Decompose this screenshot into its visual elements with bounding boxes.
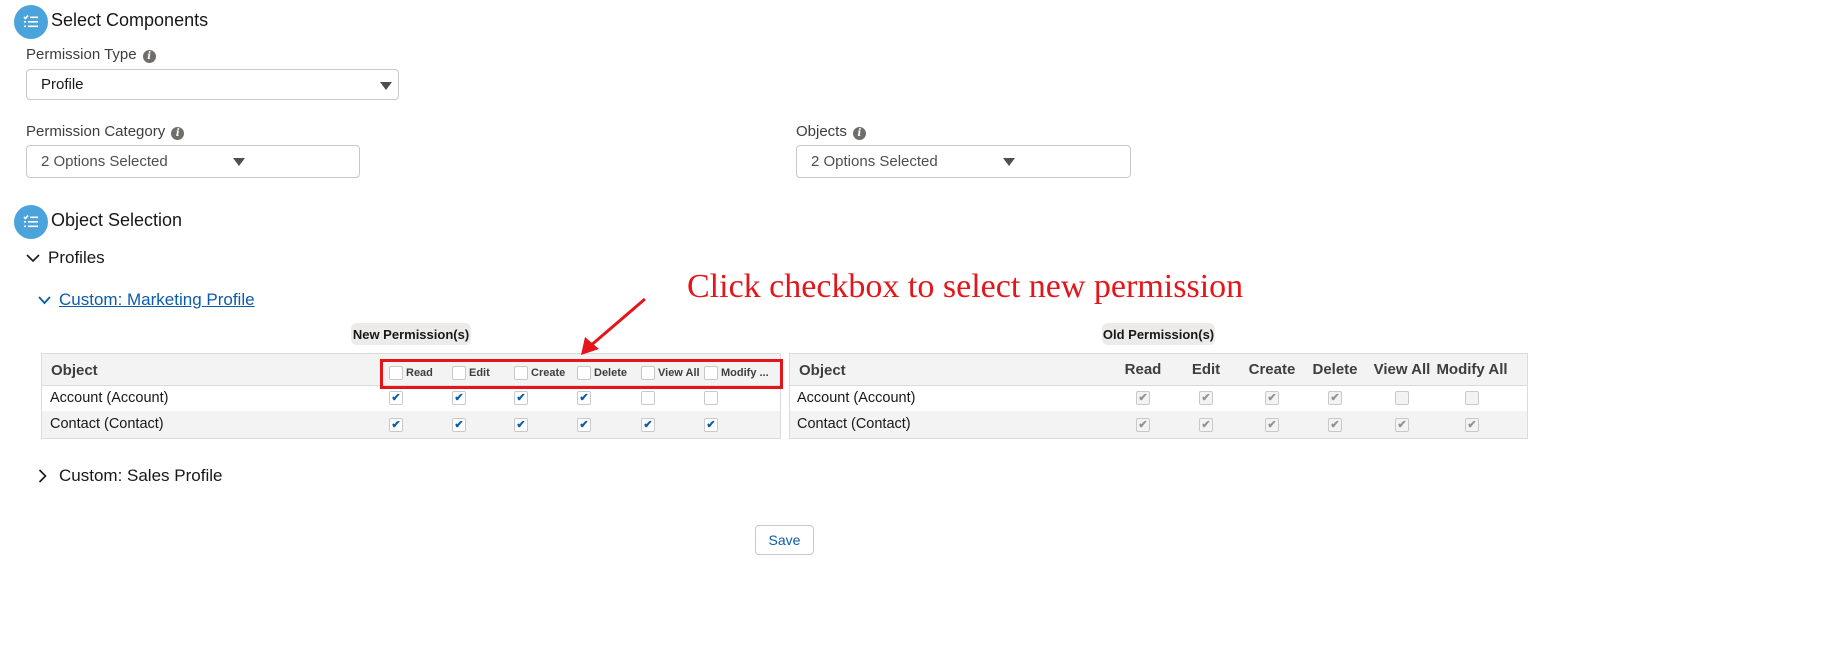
checkmark-icon: ✔ xyxy=(516,418,526,431)
checkmark-icon: ✔ xyxy=(579,391,589,404)
annotation-text: Click checkbox to select new permission xyxy=(687,268,1244,305)
permission-checkbox[interactable]: ✔ xyxy=(452,418,466,432)
object-column-header: Object xyxy=(51,362,98,379)
old-permission-checkbox xyxy=(1465,391,1479,405)
permission-category-label: Permission Category i xyxy=(26,123,185,140)
object-column-header: Object xyxy=(799,362,846,379)
permission-type-label-text: Permission Type xyxy=(26,46,137,63)
chevron-down-icon xyxy=(233,158,245,166)
permission-checkbox[interactable] xyxy=(641,391,655,405)
object-selection-title: Object Selection xyxy=(51,210,183,230)
old-permission-checkbox: ✔ xyxy=(1199,418,1213,432)
table-row: Contact (Contact) xyxy=(790,411,1527,438)
select-components-title: Select Components xyxy=(51,10,209,30)
table-row: Contact (Contact) xyxy=(42,411,780,438)
sales-profile-toggle[interactable]: Custom: Sales Profile xyxy=(38,466,222,486)
permission-checkbox[interactable]: ✔ xyxy=(514,391,528,405)
chevron-down-icon xyxy=(38,295,51,304)
objects-value: 2 Options Selected xyxy=(811,153,938,170)
checkmark-icon: ✔ xyxy=(1330,418,1340,431)
old-permission-checkbox xyxy=(1395,391,1409,405)
info-icon[interactable]: i xyxy=(171,126,185,140)
checkmark-icon: ✔ xyxy=(391,391,401,404)
info-icon[interactable]: i xyxy=(142,49,156,63)
chevron-down-icon xyxy=(26,253,40,262)
chevron-right-icon xyxy=(38,469,47,483)
objects-label: Objects i xyxy=(796,123,866,140)
permission-checkbox[interactable]: ✔ xyxy=(389,391,403,405)
sales-profile-label: Custom: Sales Profile xyxy=(59,466,223,485)
marketing-profile-toggle[interactable]: Custom: Marketing Profile xyxy=(38,290,255,310)
checkmark-icon: ✔ xyxy=(1267,391,1277,404)
annotation-arrow-icon xyxy=(581,297,646,355)
checkmark-icon: ✔ xyxy=(643,418,653,431)
permission-checkbox[interactable]: ✔ xyxy=(577,418,591,432)
checkmark-icon: ✔ xyxy=(454,418,464,431)
chevron-down-icon xyxy=(1003,158,1015,166)
old-permission-checkbox: ✔ xyxy=(1136,391,1150,405)
objects-select[interactable]: 2 Options Selected xyxy=(796,145,1131,178)
permission-checkbox[interactable]: ✔ xyxy=(452,391,466,405)
old-permission-checkbox: ✔ xyxy=(1328,418,1342,432)
old-permission-checkbox: ✔ xyxy=(1199,391,1213,405)
permission-category-select[interactable]: 2 Options Selected xyxy=(26,145,360,178)
checkmark-icon: ✔ xyxy=(1330,391,1340,404)
permission-checkbox[interactable]: ✔ xyxy=(641,418,655,432)
old-permission-checkbox: ✔ xyxy=(1265,391,1279,405)
permission-category-value: 2 Options Selected xyxy=(41,153,168,170)
checkmark-icon: ✔ xyxy=(1267,418,1277,431)
checkmark-icon: ✔ xyxy=(1138,391,1148,404)
checkmark-icon: ✔ xyxy=(579,418,589,431)
permission-type-select[interactable]: Profile xyxy=(26,69,399,100)
object-cell: Contact (Contact) xyxy=(797,416,911,432)
new-permissions-pill: New Permission(s) xyxy=(351,323,471,345)
object-cell: Account (Account) xyxy=(797,390,916,406)
save-button[interactable]: Save xyxy=(755,525,814,555)
marketing-profile-link[interactable]: Custom: Marketing Profile xyxy=(59,290,255,310)
permission-checkbox[interactable]: ✔ xyxy=(514,418,528,432)
table-row: Account (Account) xyxy=(790,385,1527,411)
object-cell: Contact (Contact) xyxy=(50,416,164,432)
info-icon[interactable]: i xyxy=(852,126,866,140)
checkmark-icon: ✔ xyxy=(1397,418,1407,431)
profiles-label: Profiles xyxy=(48,248,105,267)
chevron-down-icon xyxy=(380,82,392,90)
permission-type-label: Permission Type i xyxy=(26,46,156,63)
old-permission-checkbox: ✔ xyxy=(1395,418,1409,432)
object-selection-icon xyxy=(14,205,48,239)
object-cell: Account (Account) xyxy=(50,390,169,406)
checkmark-icon: ✔ xyxy=(516,391,526,404)
old-permission-checkbox: ✔ xyxy=(1328,391,1342,405)
permission-checkbox[interactable] xyxy=(704,391,718,405)
profiles-toggle[interactable]: Profiles xyxy=(26,248,105,268)
checkmark-icon: ✔ xyxy=(391,418,401,431)
permission-type-value: Profile xyxy=(41,76,84,93)
permission-category-label-text: Permission Category xyxy=(26,123,166,140)
checkmark-icon: ✔ xyxy=(1467,418,1477,431)
checkmark-icon: ✔ xyxy=(1201,418,1211,431)
old-permission-checkbox: ✔ xyxy=(1465,418,1479,432)
highlight-box xyxy=(380,359,783,389)
select-components-icon xyxy=(14,5,48,39)
permission-column-header: Modify All xyxy=(1436,361,1508,378)
checkmark-icon: ✔ xyxy=(454,391,464,404)
checkmark-icon: ✔ xyxy=(1138,418,1148,431)
checkmark-icon: ✔ xyxy=(1201,391,1211,404)
checkmark-icon: ✔ xyxy=(706,418,716,431)
permission-checkbox[interactable]: ✔ xyxy=(704,418,718,432)
old-permission-checkbox: ✔ xyxy=(1136,418,1150,432)
permission-checkbox[interactable]: ✔ xyxy=(577,391,591,405)
permission-checkbox[interactable]: ✔ xyxy=(389,418,403,432)
objects-label-text: Objects xyxy=(796,123,847,140)
old-permission-checkbox: ✔ xyxy=(1265,418,1279,432)
old-permissions-pill: Old Permission(s) xyxy=(1102,323,1215,345)
